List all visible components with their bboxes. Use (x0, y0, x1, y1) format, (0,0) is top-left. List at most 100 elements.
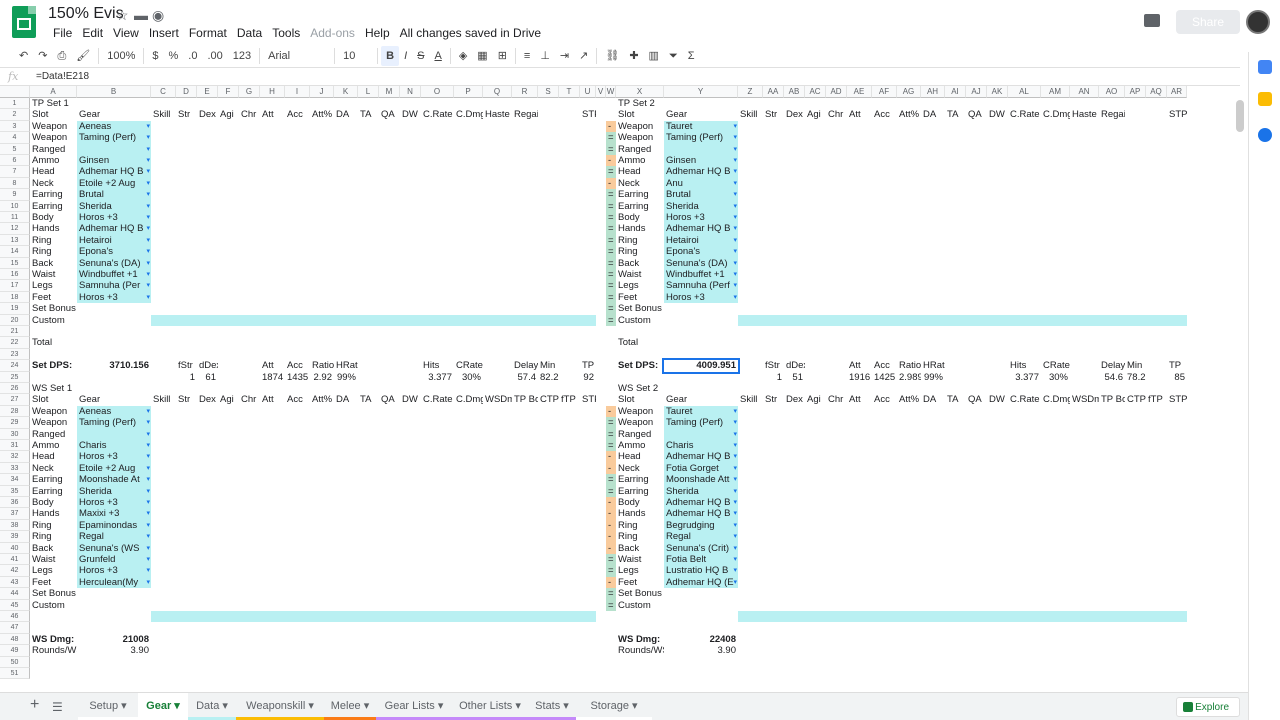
row-header[interactable]: 44 (0, 588, 30, 600)
stat-header[interactable]: Att (847, 109, 872, 120)
all-sheets-icon[interactable]: ☰ (52, 700, 63, 714)
row-header[interactable]: 32 (0, 451, 30, 463)
valign-icon[interactable]: ⊥ (535, 46, 555, 66)
rounds-value[interactable]: 3.90 (664, 645, 738, 656)
row-header[interactable]: 20 (0, 314, 30, 326)
row-header[interactable]: 49 (0, 645, 30, 657)
slot-label[interactable]: Weapon (30, 417, 77, 428)
column-header[interactable]: AQ (1146, 86, 1167, 98)
compare-marker[interactable]: = (606, 440, 616, 452)
column-header[interactable]: R (512, 86, 538, 98)
menu-data[interactable]: Data (232, 26, 267, 40)
row-header[interactable]: 47 (0, 622, 30, 634)
stat-header[interactable]: Att (847, 394, 872, 405)
slot-label[interactable]: Body (30, 212, 77, 223)
stat-header[interactable]: TA (358, 394, 379, 405)
stat-header[interactable]: STP (580, 394, 596, 405)
compare-marker[interactable]: - (606, 519, 616, 532)
stat-header[interactable]: C.Dmg (454, 109, 483, 120)
slot-label[interactable]: Ring (30, 246, 77, 257)
slot-label[interactable]: Feet (616, 292, 664, 303)
calendar-icon[interactable] (1258, 60, 1272, 74)
stat-header[interactable]: WSDm (1070, 394, 1099, 405)
calc-label[interactable]: fStr (763, 360, 784, 371)
slot-label[interactable]: Ammo (30, 440, 77, 451)
stat-header[interactable]: Chr (239, 394, 260, 405)
compare-marker[interactable]: = (606, 223, 616, 235)
row-header[interactable]: 21 (0, 326, 30, 338)
gear-select[interactable]: Windbuffet +1 (77, 269, 151, 281)
sheet-tab-data[interactable]: Data ▾ (188, 693, 236, 720)
calc-value[interactable]: 54.6 (1099, 372, 1125, 383)
compare-marker[interactable]: - (606, 451, 616, 463)
text-color-button[interactable]: A (429, 46, 446, 66)
menu-file[interactable]: File (48, 26, 77, 40)
row-header[interactable]: 19 (0, 303, 30, 315)
gear-select[interactable]: Lustratio HQ B (664, 565, 738, 577)
calc-label[interactable]: fStr (176, 360, 197, 371)
calc-value[interactable]: 51 (784, 372, 805, 383)
gear-select[interactable]: Taming (Perf) (664, 132, 738, 144)
stat-header[interactable]: Skill (151, 109, 176, 120)
column-header[interactable]: S (538, 86, 559, 98)
gear-select[interactable]: Tauret (664, 405, 738, 418)
gear-select[interactable]: Aeneas (77, 405, 151, 418)
slot-label[interactable]: Earring (616, 189, 664, 200)
calc-label[interactable]: HRate (921, 360, 945, 371)
slot-label[interactable]: Ammo (616, 155, 664, 166)
increase-decimal-button[interactable]: .00 (202, 46, 227, 66)
gear-select[interactable]: Hetairoi (664, 234, 738, 247)
set-title[interactable]: WS Set 1 (30, 383, 77, 394)
row-header[interactable]: 18 (0, 291, 30, 304)
gear-select[interactable]: Maxixi +3 (77, 508, 151, 520)
gear-select[interactable]: Fotia Belt (664, 554, 738, 566)
stat-header[interactable]: DW (400, 394, 421, 405)
slot-label[interactable]: Neck (30, 178, 77, 189)
compare-marker[interactable]: = (606, 200, 616, 212)
slot-label[interactable]: Feet (616, 577, 664, 588)
stat-header[interactable]: Str (763, 394, 784, 405)
gear-select[interactable]: Horos +3 (664, 291, 738, 304)
slot-label[interactable]: Weapon (30, 406, 77, 417)
gear-select[interactable] (77, 588, 151, 599)
slot-label[interactable]: Body (616, 212, 664, 223)
slot-label[interactable]: Back (616, 543, 664, 554)
rounds-value[interactable]: 3.90 (77, 645, 151, 656)
slot-label[interactable]: Weapon (616, 406, 664, 417)
column-header[interactable]: Z (738, 86, 763, 98)
sheet-tab-other-lists[interactable]: Other Lists ▾ (452, 693, 528, 720)
row-header[interactable]: 5 (0, 143, 30, 155)
gear-select[interactable]: Regal (77, 531, 151, 543)
borders-icon[interactable]: ▦ (472, 46, 492, 66)
stat-header[interactable]: Chr (239, 109, 260, 120)
column-header[interactable]: M (379, 86, 400, 98)
row-header[interactable]: 27 (0, 394, 30, 406)
stat-header[interactable]: Agi (218, 394, 239, 405)
stat-header[interactable]: Skill (738, 109, 763, 120)
stat-header[interactable]: Agi (218, 109, 239, 120)
gear-select[interactable]: Epaminondas (77, 519, 151, 532)
rounds-label[interactable]: Rounds/WS (616, 645, 664, 656)
stat-header[interactable]: Haste (1070, 109, 1099, 120)
column-header[interactable]: J (310, 86, 334, 98)
column-header[interactable]: V (596, 86, 606, 98)
column-header[interactable]: AI (945, 86, 966, 98)
slot-label[interactable]: Back (616, 258, 664, 269)
row-header[interactable]: 45 (0, 599, 30, 611)
slot-label[interactable]: Head (30, 451, 77, 462)
stat-header[interactable]: C.Dmg (1041, 109, 1070, 120)
column-header[interactable]: AB (784, 86, 805, 98)
stat-header[interactable]: TA (358, 109, 379, 120)
gear-select[interactable]: Adhemar HQ B (77, 223, 151, 235)
row-header[interactable]: 15 (0, 257, 30, 269)
row-header[interactable]: 1 (0, 98, 30, 110)
gear-select[interactable]: Ginsen (77, 155, 151, 167)
stat-header[interactable]: Chr (826, 394, 847, 405)
stat-header[interactable]: STP (580, 109, 596, 120)
gear-select[interactable]: Adhemar HQ (E (664, 576, 738, 589)
fill-color-icon[interactable]: ◈ (454, 46, 472, 66)
stat-header[interactable]: Att (260, 394, 285, 405)
compare-marker[interactable]: = (606, 291, 616, 304)
stat-header[interactable]: Slot (616, 394, 664, 405)
stat-header[interactable]: Att% (897, 109, 921, 120)
